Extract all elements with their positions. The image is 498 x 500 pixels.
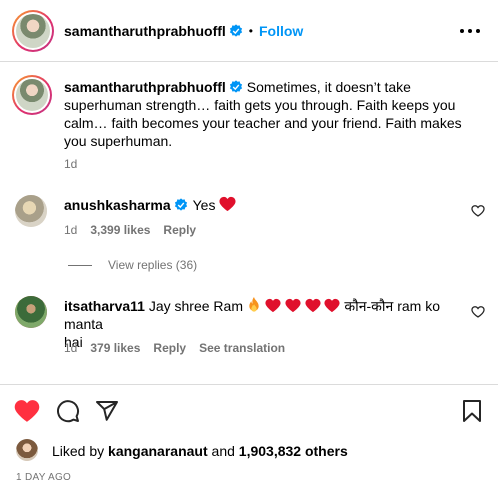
follow-button[interactable]: Follow [259,23,303,39]
author-avatar[interactable] [12,9,54,52]
comment: anushkasharma Yes [64,196,236,214]
caption-username[interactable]: samantharuthprabhuoffl [64,79,226,95]
post-actions: Liked by kanganaranaut and 1,903,832 oth… [0,384,498,500]
comment-avatar[interactable] [15,296,47,328]
comments-area[interactable]: samantharuthprabhuoffl Sometimes, it does… [0,63,498,384]
caption-avatar[interactable] [12,75,52,115]
liked-by-summary: Liked by kanganaranaut and 1,903,832 oth… [52,443,348,459]
comment-age: 1d [64,223,78,237]
reply-button[interactable]: Reply [163,223,196,237]
liked-by-prefix: Liked by [52,443,105,459]
verified-badge-icon [229,80,242,93]
comment-text: Yes [192,197,216,213]
caption-text-line-4: you superhuman. [64,133,173,149]
liked-by-count[interactable]: 1,903,832 others [239,443,348,459]
verified-badge-icon [174,198,187,211]
red-heart-emoji [265,298,281,313]
like-comment-heart-icon[interactable] [471,204,485,218]
comment-meta: 1d 3,399 likes Reply [64,223,196,237]
comment-username[interactable]: itsatharva11 [64,298,145,314]
reply-button[interactable]: Reply [153,341,186,355]
caption-meta: 1d [64,157,77,171]
like-comment-heart-icon[interactable] [471,305,485,319]
comment-icon[interactable] [56,399,80,423]
post-date[interactable]: 1 DAY AGO [16,472,71,483]
caption-age: 1d [64,157,78,171]
view-replies-label[interactable]: View replies (36) [108,258,197,272]
caption-text-line-1: Sometimes, it doesn’t take [246,79,411,95]
comment-avatar[interactable] [15,195,47,227]
fire-emoji [249,297,259,312]
red-heart-emoji [219,196,236,212]
red-heart-emoji [305,298,321,313]
caption-text-line-3: calm… faith becomes your teacher and you… [64,115,462,131]
comment-likes[interactable]: 379 likes [90,341,140,355]
red-heart-emoji [324,298,341,313]
comment-age: 1d [64,341,78,355]
comment-text-line-1: Jay shree Ram [148,298,243,314]
share-icon[interactable] [95,399,119,423]
separator-dot: • [248,23,253,38]
red-heart-emoji [285,298,301,313]
verified-badge-icon [229,23,242,37]
liked-by-user[interactable]: kanganaranaut [108,443,208,459]
liked-by-and: and [211,443,235,459]
caption-text-line-2: superhuman strength… faith gets you thro… [64,97,456,113]
comment-username[interactable]: anushkasharma [64,197,171,213]
author-username[interactable]: samantharuthprabhuoffl [64,23,226,39]
more-options-icon[interactable] [460,24,480,38]
see-translation-button[interactable]: See translation [199,341,285,355]
heart-icon[interactable] [14,399,40,423]
comment-likes[interactable]: 3,399 likes [90,223,150,237]
bookmark-icon[interactable] [461,399,483,423]
liked-by-avatar[interactable] [16,439,38,461]
post-header: samantharuthprabhuoffl • Follow [0,0,498,62]
view-replies-button[interactable]: View replies (36) [68,258,197,272]
caption: samantharuthprabhuoffl Sometimes, it does… [64,78,484,150]
comment-meta: 1d 379 likes Reply See translation [64,341,285,355]
